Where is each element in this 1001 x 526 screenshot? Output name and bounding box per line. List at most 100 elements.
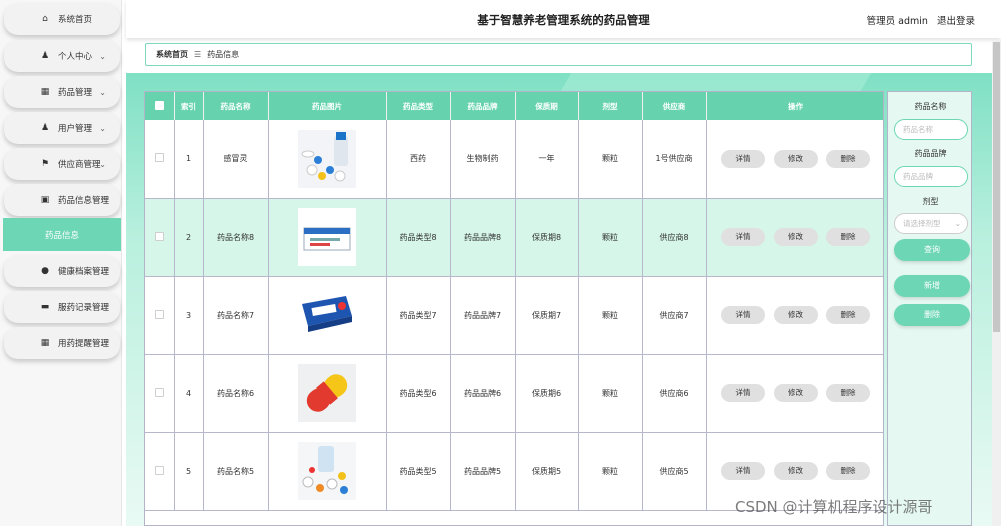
cell-form: 颗粒 [578,120,643,199]
chevron-down-icon: ⌄ [99,302,106,312]
drug-brand-input[interactable]: 药品品牌 [894,166,968,187]
brand-label: 药品品牌 [914,149,947,158]
bulb-icon: ● [41,266,49,276]
column-header: 保质期 [515,92,579,120]
breadcrumb: 系统首页 ☰ 药品信息 [145,43,972,66]
select-all-checkbox[interactable] [154,100,164,110]
sidebar-item-drug-management[interactable]: ▦ 药品管理 ⌄ [4,76,120,108]
cell-brand: 药品品牌6 [450,354,516,433]
column-header: 药品图片 [268,92,387,120]
chevron-down-icon: ⌄ [99,123,106,133]
sidebar-item-health-records[interactable]: ● 健康档案管理 ⌄ [4,255,120,287]
cell-type: 药品类型5 [386,432,451,511]
cell-type: 西药 [386,120,451,199]
cell-brand: 生物制药 [450,120,516,199]
medicine-box-photo [298,208,356,266]
cell-supplier: 供应商5 [642,432,707,511]
cell-supplier: 供应商8 [642,198,707,277]
page-scrollbar[interactable] [992,40,1001,526]
logout-link[interactable]: 退出登录 [937,16,975,27]
form-select-value: 请选择剂型 [903,219,941,228]
cell-shelf-life: 保质期8 [515,198,579,277]
row-checkbox[interactable] [154,231,164,241]
cell-index: 1 [174,120,204,199]
cell-shelf-life: 保质期5 [515,432,579,511]
column-header: 剂型 [578,92,643,120]
detail-button[interactable]: 详情 [720,384,765,402]
sidebar-item-medication-records[interactable]: ▬ 服药记录管理 ⌄ [4,291,120,323]
cell-shelf-life: 一年 [515,120,579,199]
delete-button[interactable]: 删除 [826,306,871,324]
query-button[interactable]: 查询 [894,239,970,261]
sidebar-subitem-drug-info[interactable]: 药品信息 [3,218,121,251]
column-header: 药品品牌 [450,92,516,120]
cell-type: 药品类型6 [386,354,451,433]
detail-button[interactable]: 详情 [720,149,765,168]
batch-delete-button[interactable]: 删除 [894,304,970,326]
menu-icon: ☰ [194,50,202,59]
row-checkbox[interactable] [154,387,164,397]
edit-button[interactable]: 修改 [773,228,818,246]
breadcrumb-home[interactable]: 系统首页 [156,49,188,60]
sidebar: ⌂ 系统首页 ♟ 个人中心 ⌄ ▦ 药品管理 ⌄ ♟ 用户管理 ⌄ ⚑ 供应商管… [0,0,122,526]
delete-button[interactable]: 删除 [826,384,871,402]
chevron-down-icon: ⌄ [954,219,961,228]
sidebar-item-medication-reminders[interactable]: ▦ 用药提醒管理 ⌄ [4,327,120,359]
row-checkbox[interactable] [154,309,164,319]
cell-name: 药品名称7 [203,276,269,355]
admin-label: 管理员 admin [866,16,928,27]
drug-name-input[interactable]: 药品名称 [894,119,968,140]
chevron-down-icon: ⌄ [99,338,106,348]
table-row: 2 药品名称8 药品类型8 药品品牌8 保质期8 颗粒 供应商8 详情 修改 删… [145,198,883,277]
cell-type: 药品类型8 [386,198,451,277]
chevron-down-icon: ⌄ [99,87,106,97]
cell-index: 4 [174,354,204,433]
delete-button[interactable]: 删除 [826,228,871,246]
add-button[interactable]: 新增 [894,275,970,297]
cell-name: 药品名称6 [203,354,269,433]
drug-table: 索引 药品名称 药品图片 药品类型 药品品牌 保质期 剂型 供应商 操作 1 感… [144,91,884,526]
edit-button[interactable]: 修改 [773,149,818,168]
cell-type: 药品类型7 [386,276,451,355]
row-checkbox[interactable] [154,465,164,475]
detail-button[interactable]: 详情 [720,462,765,480]
sidebar-item-drug-info-management[interactable]: ▣ 药品信息管理 ⌃ [4,184,120,216]
search-panel: 药品名称 药品名称 药品品牌 药品品牌 剂型 请选择剂型 ⌄ 查询 新增 删除 [887,91,972,526]
sidebar-item-supplier-management[interactable]: ⚑ 供应商管理 ⌄ [4,148,120,180]
edit-button[interactable]: 修改 [773,384,818,402]
watermark: CSDN @计算机程序设计源哥 [735,498,933,516]
cell-supplier: 供应商7 [642,276,707,355]
top-header: 基于智慧养老管理系统的药品管理 管理员 admin 退出登录 [126,0,1001,38]
detail-button[interactable]: 详情 [720,306,765,324]
cell-supplier: 供应商6 [642,354,707,433]
user-icon: ♟ [40,123,50,133]
flag-icon: ⚑ [40,159,50,169]
pills-photo [298,129,356,188]
delete-button[interactable]: 删除 [826,462,871,480]
delete-button[interactable]: 删除 [826,149,871,168]
detail-button[interactable]: 详情 [720,228,765,246]
form-label: 剂型 [922,197,939,206]
edit-button[interactable]: 修改 [773,462,818,480]
sidebar-item-user-management[interactable]: ♟ 用户管理 ⌄ [4,112,120,144]
table-row: 4 药品名称6 药品类型6 药品品牌6 保质期6 颗粒 供应商6 详情 修改 删… [145,354,883,433]
edit-button[interactable]: 修改 [773,306,818,324]
form-select[interactable]: 请选择剂型 ⌄ [894,213,968,234]
column-header: 索引 [174,92,204,120]
cell-form: 颗粒 [578,354,643,433]
sidebar-item-personal[interactable]: ♟ 个人中心 ⌄ [4,40,120,72]
row-checkbox[interactable] [154,153,164,163]
column-header: 药品名称 [203,92,269,120]
sidebar-item-label: 系统首页 [58,15,93,25]
home-icon: ⌂ [42,14,48,24]
column-header: 药品类型 [386,92,451,120]
column-header: 供应商 [642,92,707,120]
cell-brand: 药品品牌8 [450,198,516,277]
breadcrumb-current: 药品信息 [207,50,240,59]
monitor-icon: ▬ [40,302,50,312]
cell-name: 药品名称5 [203,432,269,511]
sidebar-item-label: 供应商管理 [58,160,101,170]
cell-form: 颗粒 [578,276,643,355]
sidebar-item-home[interactable]: ⌂ 系统首页 [4,3,120,35]
table-row: 1 感冒灵 西药 生物制药 一年 颗粒 1号供应商 详情 修改 删除 [145,120,883,199]
